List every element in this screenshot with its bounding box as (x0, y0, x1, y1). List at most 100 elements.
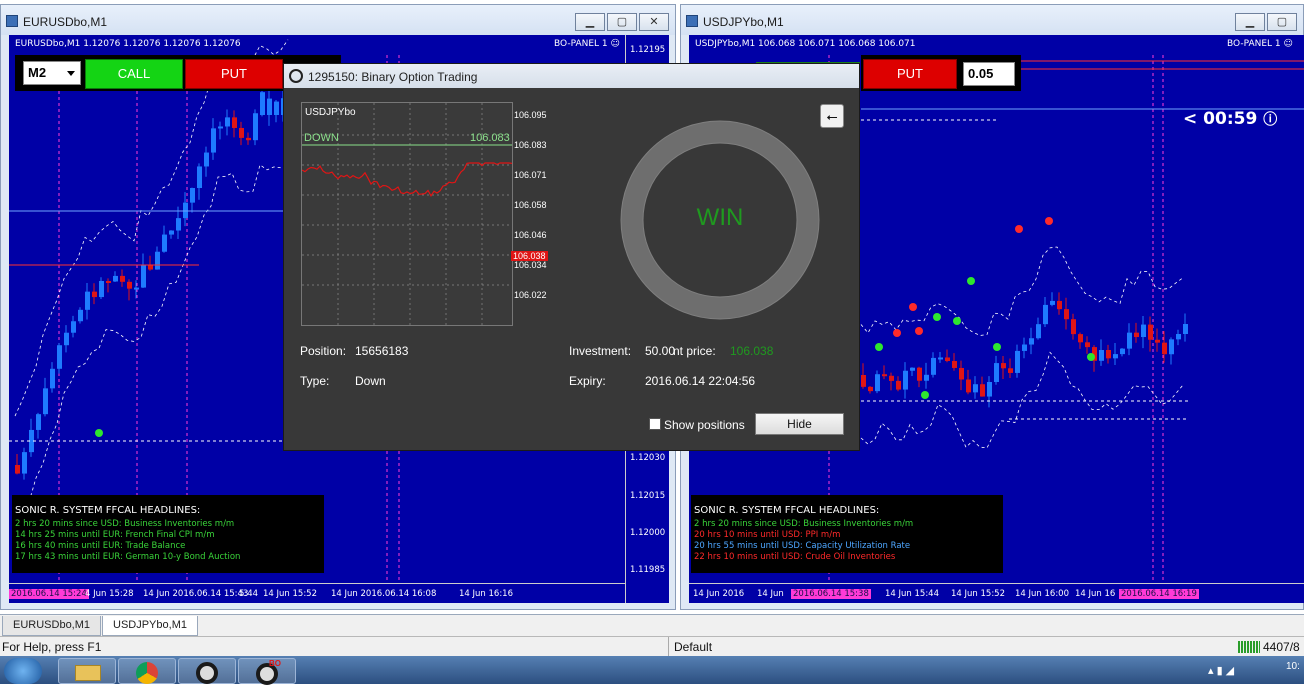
open-price-label: 106.083 (470, 132, 510, 144)
minimize-button[interactable]: ▁ (1235, 13, 1265, 31)
eurusd-window-titlebar[interactable]: EURUSDbo,M1 ▁ ▢ ✕ (1, 5, 675, 35)
position-value: 15656183 (355, 344, 409, 358)
candle-body (994, 363, 999, 382)
back-arrow-icon[interactable]: ⭠ (820, 104, 844, 128)
time-tick: 14 Jun 16 (1075, 589, 1116, 599)
candle-body (43, 388, 48, 415)
tab-eurusd[interactable]: EURUSDbo,M1 (2, 616, 102, 636)
tab-usdjpy[interactable]: USDJPYbo,M1 (102, 616, 198, 636)
candle-body (197, 166, 202, 189)
candle-body (57, 345, 62, 369)
signal-dot (1015, 225, 1023, 233)
maximize-button[interactable]: ▢ (607, 13, 637, 31)
candle-body (1071, 319, 1076, 335)
candle-body (134, 287, 139, 290)
candle-body (1169, 339, 1174, 355)
candle-body (1050, 300, 1055, 305)
put-button[interactable]: PUT (863, 59, 957, 89)
candle-body (113, 275, 118, 282)
timeframe-select[interactable]: M2 (23, 61, 81, 85)
connection-status: 4407/8 (1263, 640, 1300, 654)
chevron-down-icon (67, 71, 75, 76)
bollinger-upper-band (14, 39, 289, 417)
mini-price-line (301, 162, 513, 197)
candle-body (1148, 324, 1153, 340)
candle-body (1099, 350, 1104, 361)
info-circle-icon[interactable]: ⓘ (1263, 112, 1277, 128)
close-button[interactable]: ✕ (639, 13, 669, 31)
time-tick: 5:44 (239, 589, 259, 599)
time-tick: 2016.06.14 16:19 (1119, 589, 1199, 599)
candle-body (1078, 334, 1083, 343)
candle-body (78, 309, 83, 322)
mini-price-tick: 106.034 (514, 260, 547, 270)
type-value: Down (355, 374, 386, 388)
news-headlines-panel: SONIC R. SYSTEM FFCAL HEADLINES: 2 hrs 2… (12, 495, 324, 573)
price-tick: 1.11985 (630, 565, 666, 575)
file-explorer-icon[interactable] (58, 658, 116, 684)
bo-terminal-icon[interactable]: BO (238, 658, 296, 685)
candle-body (875, 374, 880, 392)
candle-body (1001, 363, 1006, 369)
headline-item: 22 hrs 10 mins until USD: Crude Oil Inve… (694, 552, 896, 562)
hide-button[interactable]: Hide (755, 413, 844, 435)
result-ring: WIN (620, 120, 820, 320)
trading-terminal-icon[interactable] (178, 658, 236, 684)
eurusd-chart-header: EURUSDbo,M1 1.12076 1.12076 1.12076 1.12… (15, 39, 241, 49)
tray-icons[interactable]: ▴ ▮ ◢ (1208, 664, 1234, 677)
position-mini-chart: USDJPYbo DOWN 106.083 (301, 102, 513, 326)
show-positions-checkbox[interactable] (649, 418, 661, 430)
headline-item: 2 hrs 20 mins since USD: Business Invent… (694, 519, 914, 529)
profile-name: Default (674, 640, 713, 654)
mini-price-tick: 106.083 (514, 140, 547, 150)
candle-body (106, 280, 111, 283)
chrome-icon[interactable] (118, 658, 176, 684)
windows-taskbar: BO ▴ ▮ ◢ 10: (0, 656, 1304, 685)
time-tick: 2016.06.14 15:38 (791, 589, 871, 599)
candle-body (155, 251, 160, 270)
candle-body (917, 367, 922, 381)
candle-body (92, 291, 97, 298)
call-button[interactable]: CALL (85, 59, 183, 89)
status-bar: For Help, press F1 Default 4407/8 (0, 636, 1304, 657)
put-button[interactable]: PUT (185, 59, 283, 89)
eurusd-time-axis: 2016.06.14 15:24 4 Jun 15:28 14 Jun 2016… (9, 583, 625, 603)
candle-body (896, 380, 901, 390)
candle-body (141, 265, 146, 288)
signal-dot (1045, 217, 1053, 225)
time-tick: 14 Jun 16:00 (1015, 589, 1069, 599)
price-tick: 1.12015 (630, 491, 666, 501)
expiry-countdown: < 00:59 ⓘ (1183, 109, 1278, 129)
signal-dot (909, 303, 917, 311)
candle-body (1008, 368, 1013, 373)
candle-body (924, 374, 929, 381)
help-hint: For Help, press F1 (2, 640, 102, 654)
dialog-titlebar[interactable]: 1295150: Binary Option Trading (284, 64, 859, 88)
time-tick: 14 Jun 2016.06.14 15:43 (143, 589, 249, 599)
candle-body (85, 291, 90, 310)
news-headlines-panel: SONIC R. SYSTEM FFCAL HEADLINES: 2 hrs 2… (691, 495, 1003, 573)
eurusd-window-title: EURUSDbo,M1 (23, 15, 108, 29)
candle-body (987, 381, 992, 397)
usdjpy-time-axis: 14 Jun 2016 14 Jun 2016.06.14 15:38 14 J… (689, 583, 1304, 603)
usdjpy-window-titlebar[interactable]: USDJPYbo,M1 ▁ ▢ (681, 5, 1303, 35)
investment-label: Investment: (569, 344, 632, 358)
type-label: Type: (300, 374, 330, 388)
candle-body (1141, 324, 1146, 338)
result-label: WIN (696, 204, 744, 231)
minimize-button[interactable]: ▁ (575, 13, 605, 31)
candle-body (1162, 342, 1167, 355)
amount-input[interactable]: 0.05 (963, 62, 1015, 86)
maximize-button[interactable]: ▢ (1267, 13, 1297, 31)
headline-item: 20 hrs 55 mins until USD: Capacity Utili… (694, 541, 911, 551)
candle-body (1029, 338, 1034, 345)
start-button[interactable] (4, 658, 42, 684)
signal-dot (967, 277, 975, 285)
headline-item: 14 hrs 25 mins until EUR: French Final C… (15, 530, 215, 540)
candle-body (1134, 332, 1139, 338)
candle-body (246, 137, 251, 141)
candle-body (1106, 350, 1111, 359)
show-positions-label: Show positions (664, 418, 745, 432)
mini-price-tick: 106.095 (514, 110, 547, 120)
taskbar-clock[interactable]: 10: (1286, 661, 1300, 672)
